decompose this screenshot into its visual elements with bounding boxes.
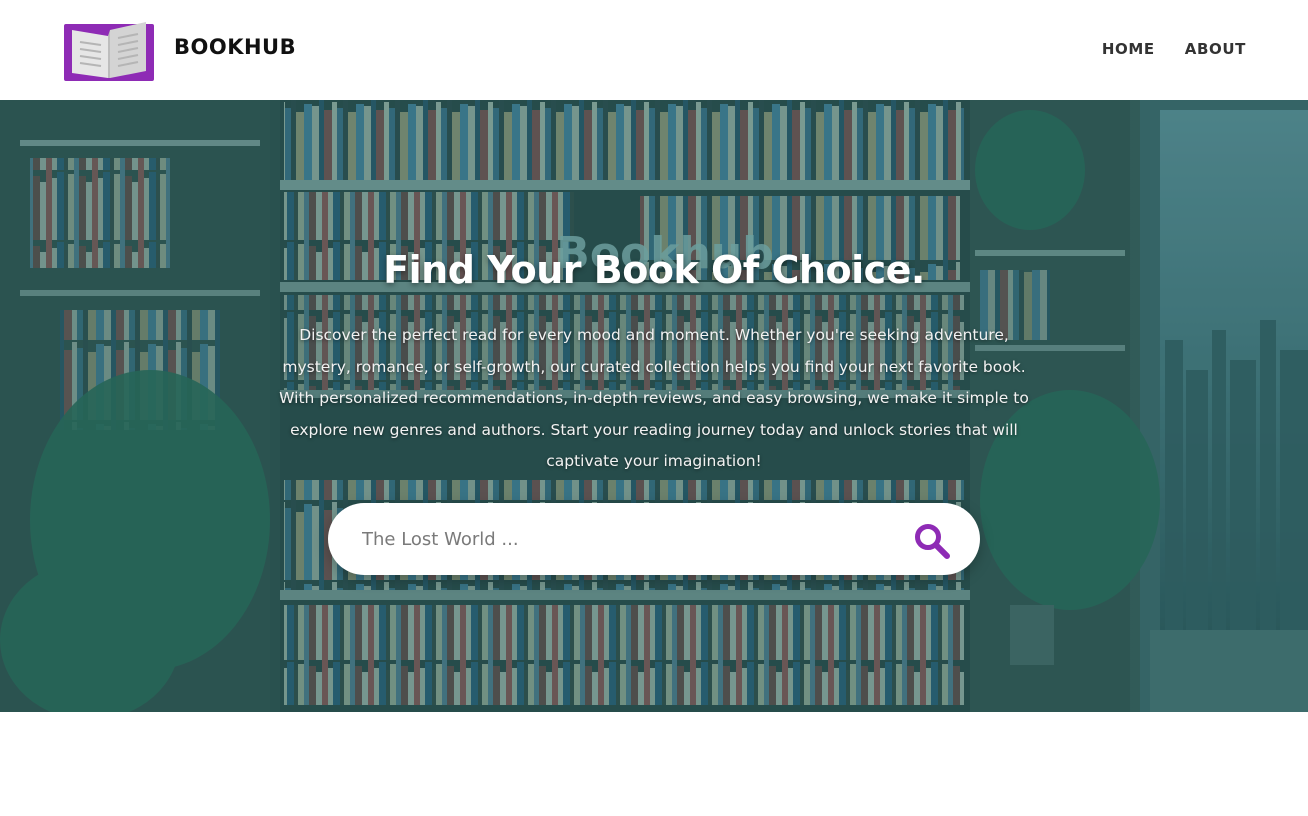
- nav-home-link[interactable]: HOME: [1102, 40, 1155, 58]
- hero-title: Find Your Book Of Choice.: [383, 248, 925, 292]
- hero-content: Find Your Book Of Choice. Discover the p…: [0, 100, 1308, 712]
- hero-description: Discover the perfect read for every mood…: [279, 326, 1029, 470]
- site-header: BOOKHUB HOME ABOUT: [0, 0, 1308, 100]
- main-nav: HOME ABOUT: [1102, 40, 1246, 58]
- search-input[interactable]: [362, 523, 892, 555]
- hero-section: Bookhub Find Your Book Of Choice. Discov…: [0, 100, 1308, 712]
- brand-name[interactable]: BOOKHUB: [174, 35, 296, 59]
- search-bar: [328, 503, 980, 575]
- nav-about-link[interactable]: ABOUT: [1185, 40, 1246, 58]
- open-book-icon[interactable]: [62, 18, 156, 82]
- search-icon[interactable]: [912, 521, 952, 561]
